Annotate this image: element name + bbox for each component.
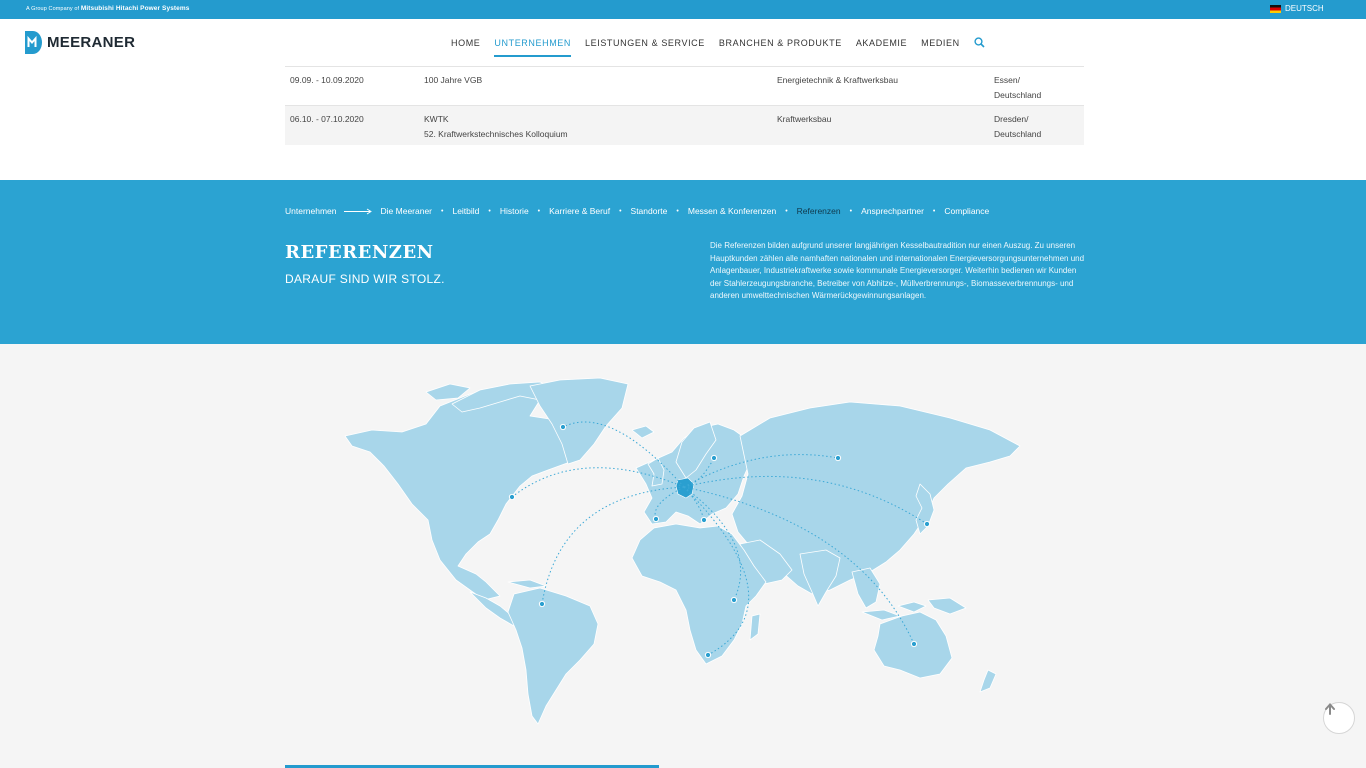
page-title: REFERENZEN bbox=[285, 242, 434, 263]
nav-medien[interactable]: MEDIEN bbox=[921, 38, 960, 48]
table-row: 09.09. - 10.09.2020 100 Jahre VGB Energi… bbox=[285, 67, 1084, 106]
world-map bbox=[344, 377, 1021, 725]
event-category: Energietechnik & Kraftwerksbau bbox=[777, 75, 898, 85]
german-flag-icon bbox=[1270, 4, 1281, 13]
location-marker bbox=[910, 640, 918, 648]
event-location: Essen/ Deutschland bbox=[994, 73, 1041, 103]
new-zealand-shape bbox=[979, 669, 997, 693]
bullet-icon: • bbox=[441, 207, 444, 215]
nav-leistungen-service[interactable]: LEISTUNGEN & SERVICE bbox=[585, 38, 705, 48]
event-title: 100 Jahre VGB bbox=[424, 75, 483, 85]
logo-text: MEERANER bbox=[47, 34, 136, 51]
india-shape bbox=[799, 549, 841, 607]
breadcrumb-leitbild[interactable]: Leitbild bbox=[452, 206, 479, 216]
language-label: DEUTSCH bbox=[1285, 4, 1324, 13]
bullet-icon: • bbox=[537, 207, 541, 215]
event-city: Dresden/ bbox=[994, 114, 1029, 124]
events-table: 09.09. - 10.09.2020 100 Jahre VGB Energi… bbox=[285, 66, 1084, 145]
search-icon[interactable] bbox=[974, 37, 985, 48]
nav-home[interactable]: HOME bbox=[451, 38, 480, 48]
event-name: 100 Jahre VGB bbox=[424, 73, 482, 88]
location-marker bbox=[508, 493, 516, 501]
event-country: Deutschland bbox=[994, 129, 1042, 139]
breadcrumb-referenzen[interactable]: Referenzen bbox=[797, 206, 841, 216]
location-marker bbox=[710, 454, 718, 462]
page-subtitle: DARAUF SIND WIR STOLZ. bbox=[285, 272, 445, 286]
nav-unternehmen[interactable]: UNTERNEHMEN bbox=[494, 38, 571, 57]
madagascar-shape bbox=[749, 613, 761, 641]
logo-mark-icon bbox=[25, 31, 42, 54]
page-banner: Unternehmen Die Meeraner • Leitbild • Hi… bbox=[0, 180, 1366, 344]
bullet-icon: • bbox=[619, 207, 622, 215]
nav-branchen-produkte[interactable]: BRANCHEN & PRODUKTE bbox=[719, 38, 842, 48]
breadcrumb-standorte[interactable]: Standorte bbox=[631, 206, 668, 216]
bullet-icon: • bbox=[785, 207, 788, 215]
new-guinea-shape bbox=[927, 597, 967, 615]
breadcrumb-root[interactable]: Unternehmen bbox=[285, 206, 337, 216]
event-country: Deutschland bbox=[994, 90, 1042, 100]
event-date: 06.10. - 07.10.2020 bbox=[290, 114, 364, 124]
parent-company: A Group Company of Mitsubishi Hitachi Po… bbox=[26, 5, 190, 12]
bullet-icon: • bbox=[488, 207, 491, 215]
event-subtitle: 52. Kraftwerkstechnisches Kolloquium bbox=[424, 129, 568, 139]
events-section: 09.09. - 10.09.2020 100 Jahre VGB Energi… bbox=[0, 66, 1366, 180]
breadcrumb-compliance[interactable]: Compliance bbox=[944, 206, 989, 216]
location-marker bbox=[559, 423, 567, 431]
indonesia-shape bbox=[897, 601, 927, 613]
parent-company-name: Mitsubishi Hitachi Power Systems bbox=[80, 5, 190, 12]
event-city: Essen/ bbox=[994, 75, 1020, 85]
location-marker bbox=[834, 454, 842, 462]
location-marker bbox=[730, 596, 738, 604]
location-marker bbox=[538, 600, 546, 608]
references-map-section bbox=[0, 344, 1366, 768]
southeast-asia-shape bbox=[851, 567, 881, 609]
breadcrumb-messen-konferenzen[interactable]: Messen & Konferenzen bbox=[688, 206, 776, 216]
breadcrumb-ansprechpartner[interactable]: Ansprechpartner bbox=[861, 206, 924, 216]
logo[interactable]: MEERANER bbox=[25, 31, 135, 54]
long-arrow-right-icon bbox=[343, 208, 372, 214]
caribbean-shape bbox=[507, 579, 547, 589]
parent-company-prefix: A Group Company of bbox=[26, 6, 80, 12]
arrow-up-icon bbox=[1325, 703, 1335, 715]
event-location: Dresden/ Deutschland bbox=[994, 112, 1041, 142]
scroll-to-top-button[interactable] bbox=[1323, 702, 1355, 734]
event-date: 09.09. - 10.09.2020 bbox=[290, 75, 364, 85]
north-america-shape bbox=[344, 385, 581, 601]
intro-text: Die Referenzen bilden aufgrund unserer l… bbox=[710, 241, 1085, 301]
main-nav: HOME UNTERNEHMEN LEISTUNGEN & SERVICE BR… bbox=[451, 37, 985, 57]
bullet-icon: • bbox=[932, 207, 936, 215]
site-header: MEERANER HOME UNTERNEHMEN LEISTUNGEN & S… bbox=[0, 19, 1366, 66]
top-bar: A Group Company of Mitsubishi Hitachi Po… bbox=[0, 0, 1366, 19]
location-marker bbox=[923, 520, 931, 528]
event-name: KWTK 52. Kraftwerkstechnisches Kolloquiu… bbox=[424, 112, 568, 142]
breadcrumb-karriere-beruf[interactable]: Karriere & Beruf bbox=[549, 206, 610, 216]
bullet-icon: • bbox=[676, 207, 679, 215]
language-switcher[interactable]: DEUTSCH bbox=[1270, 4, 1324, 13]
south-america-shape bbox=[507, 587, 599, 725]
breadcrumb-historie[interactable]: Historie bbox=[500, 206, 529, 216]
location-marker bbox=[652, 515, 660, 523]
table-row: 06.10. - 07.10.2020 KWTK 52. Kraftwerkst… bbox=[285, 106, 1084, 145]
iceland-shape bbox=[631, 425, 655, 439]
location-marker bbox=[704, 651, 712, 659]
nav-akademie[interactable]: AKADEMIE bbox=[856, 38, 907, 48]
bullet-icon: • bbox=[849, 207, 853, 215]
event-title: KWTK bbox=[424, 114, 449, 124]
event-category: Kraftwerksbau bbox=[777, 114, 832, 124]
breadcrumb-die-meeraner[interactable]: Die Meeraner bbox=[381, 206, 433, 216]
location-marker bbox=[700, 516, 708, 524]
breadcrumb: Unternehmen Die Meeraner • Leitbild • Hi… bbox=[285, 206, 989, 216]
